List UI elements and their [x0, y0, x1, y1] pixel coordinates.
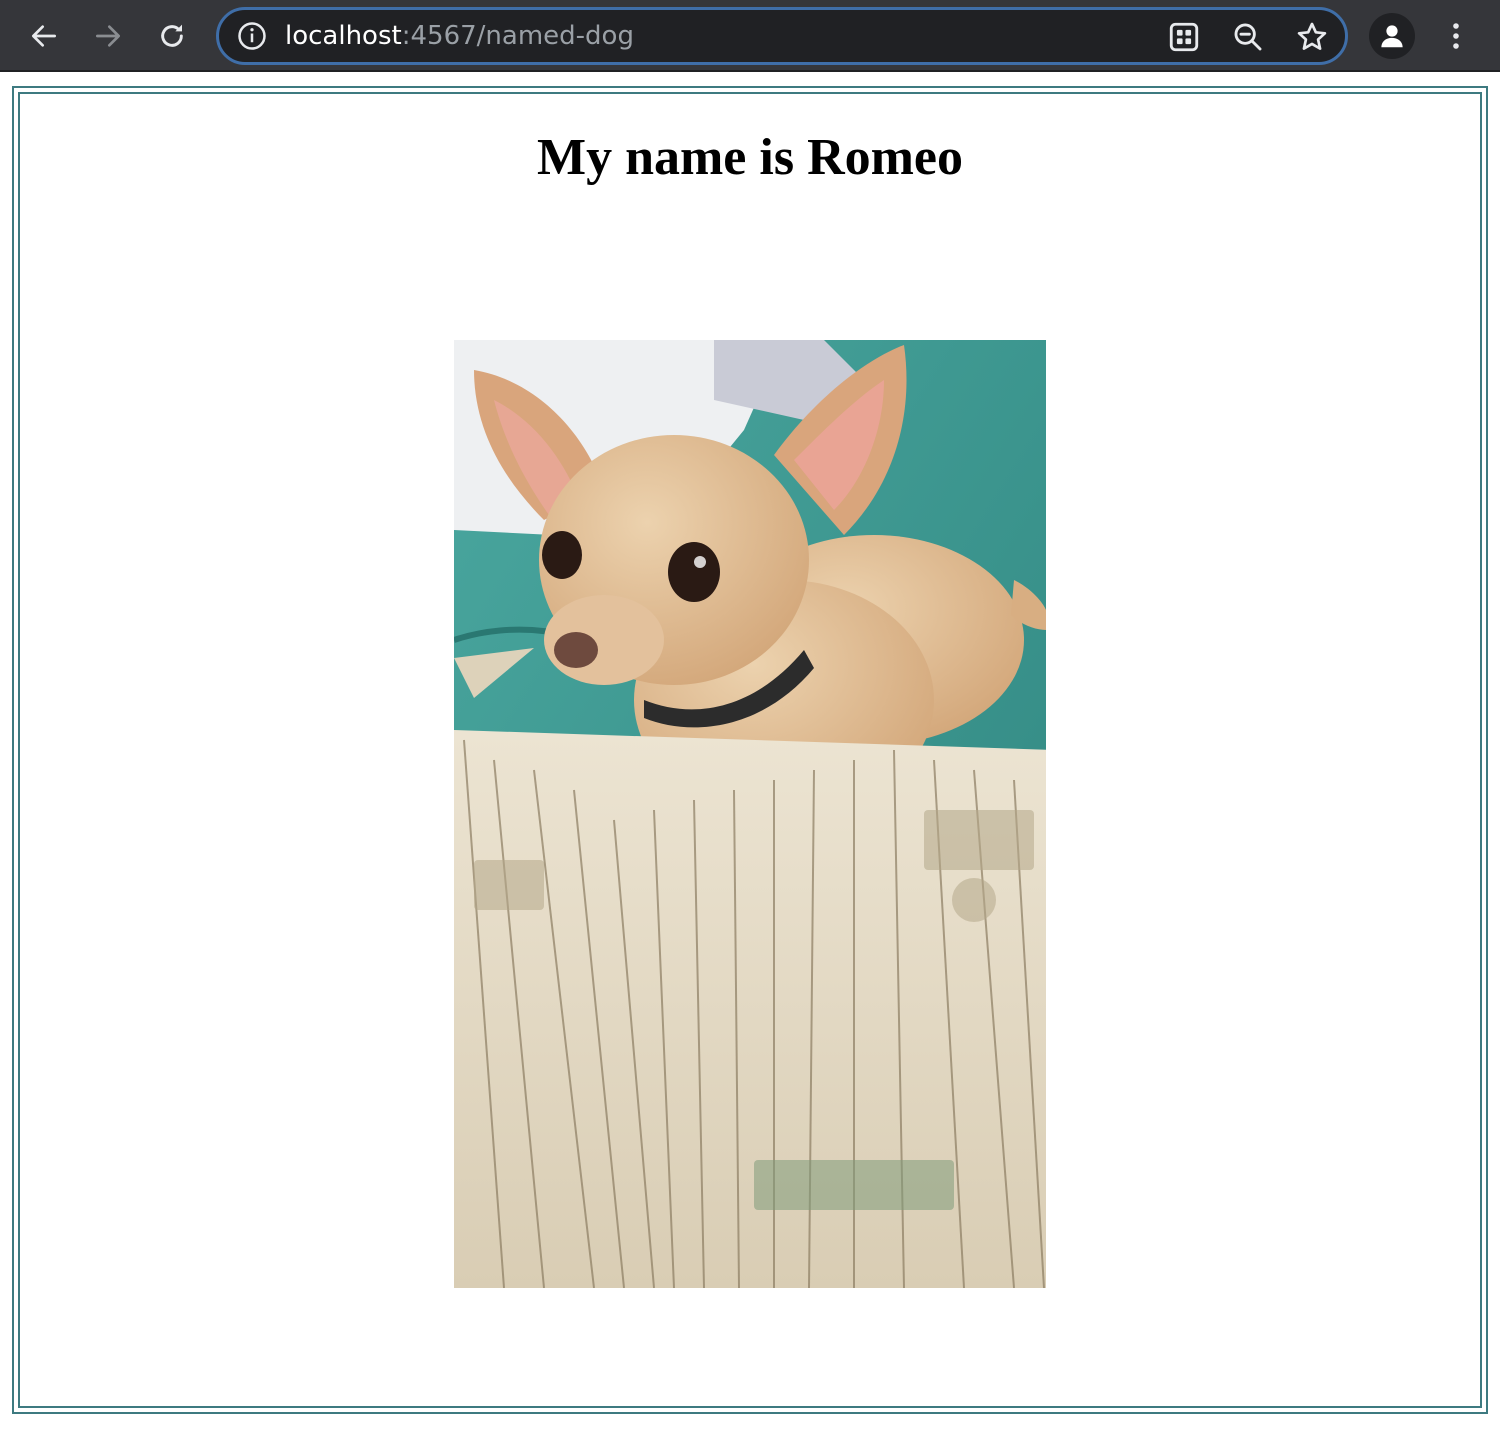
url-host: localhost: [285, 21, 402, 51]
bookmark-button[interactable]: [1295, 20, 1329, 54]
address-bar[interactable]: localhost:4567/named-dog: [216, 7, 1348, 65]
zoom-button[interactable]: [1231, 20, 1265, 54]
url-text[interactable]: localhost:4567/named-dog: [285, 10, 634, 62]
person-icon: [1381, 25, 1403, 48]
browser-toolbar: localhost:4567/named-dog: [0, 0, 1500, 72]
forward-button[interactable]: [84, 12, 132, 60]
reload-icon: [161, 24, 183, 47]
star-icon: [1297, 22, 1327, 50]
app-install-button[interactable]: [1167, 20, 1201, 54]
back-button[interactable]: [20, 12, 68, 60]
dog-photo: [454, 340, 1046, 1288]
kebab-menu-icon: [1453, 23, 1459, 49]
zoom-out-icon: [1234, 23, 1262, 51]
reload-button[interactable]: [148, 12, 196, 60]
arrow-left-icon: [32, 25, 56, 47]
info-icon[interactable]: [237, 21, 267, 51]
url-path: :4567/named-dog: [401, 21, 634, 51]
profile-button[interactable]: [1369, 13, 1415, 59]
arrow-right-icon: [96, 25, 120, 47]
app-grid-icon: [1169, 22, 1199, 52]
browser-menu-button[interactable]: [1436, 14, 1476, 58]
page-title: My name is Romeo: [536, 129, 964, 186]
